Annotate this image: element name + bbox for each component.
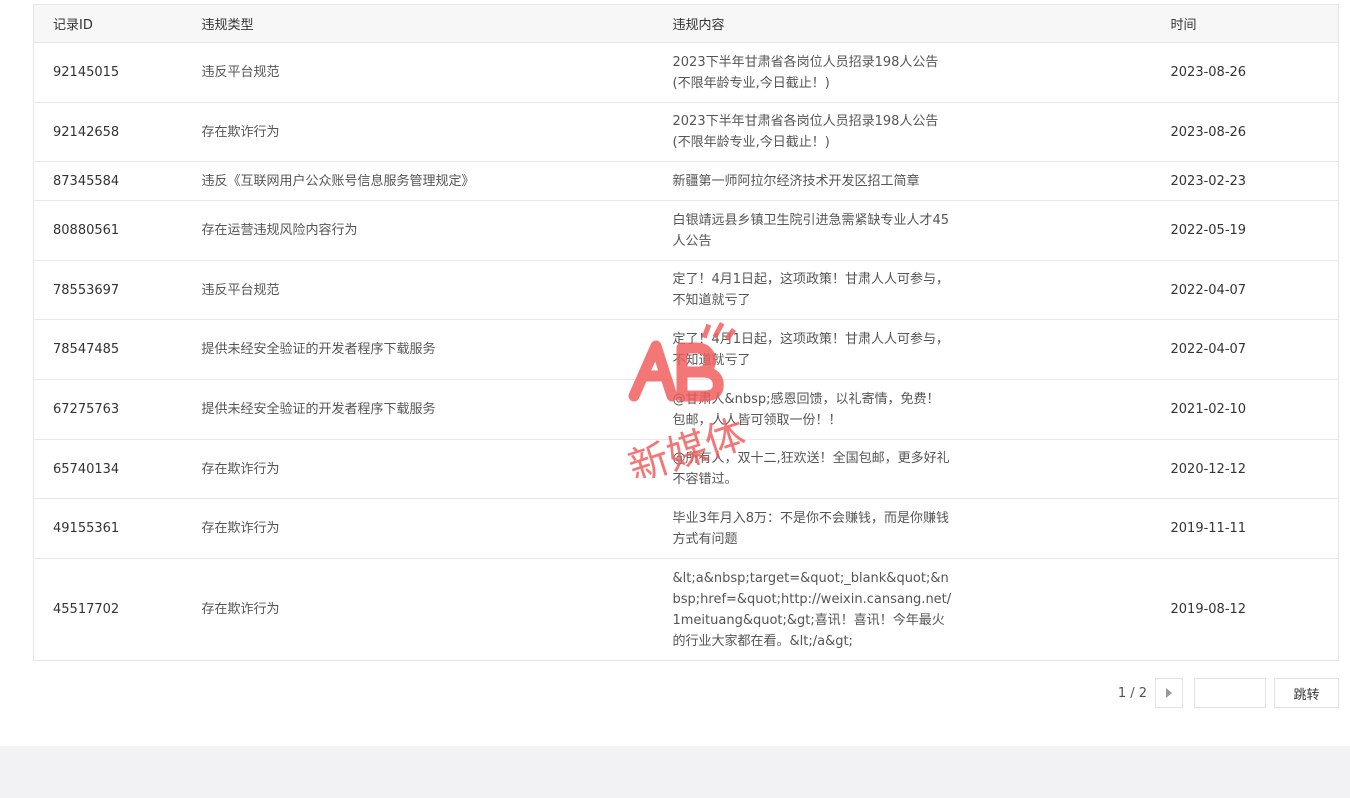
table-row: 92142658 存在欺诈行为 2023下半年甘肃省各岗位人员招录198人公告(不限… bbox=[33, 102, 1339, 162]
violation-content-text: @所有人，双十二,狂欢送！全国包邮，更多好礼不容错过。 bbox=[672, 451, 950, 487]
violation-type-cell: 存在欺诈行为 bbox=[201, 602, 280, 617]
table-row: 92145015 违反平台规范 2023下半年甘肃省各岗位人员招录198人公告(不限… bbox=[33, 42, 1339, 103]
time-cell: 2023-08-26 bbox=[1151, 102, 1339, 162]
table-row: 78547485 提供未经安全验证的开发者程序下载服务 定了！4月1日起，这项政策！… bbox=[33, 319, 1339, 380]
violation-type-cell: 违反平台规范 bbox=[182, 42, 654, 103]
violation-content-cell: 新疆第一师阿拉尔经济技术开发区招工简章 bbox=[653, 161, 1152, 201]
time-cell: 2020-12-12 bbox=[1151, 439, 1339, 499]
record-id-cell: 65740134 bbox=[33, 439, 183, 499]
time-cell: 2021-02-10 bbox=[1151, 379, 1339, 440]
record-id-cell: 78547485 bbox=[33, 319, 183, 380]
page-indicator: 1 / 2 bbox=[1117, 685, 1147, 701]
violation-type-cell: 存在欺诈行为 bbox=[182, 498, 654, 559]
violation-content-cell: @甘肃人&nbsp;感恩回馈，以礼寄情，免费！包邮，人人皆可领取一份！！ bbox=[653, 379, 1152, 440]
violation-type-cell: 提供未经安全验证的开发者程序下载服务 bbox=[182, 379, 654, 440]
table-row: 49155361 存在欺诈行为 毕业3年月入8万：不是你不会赚钱，而是你赚钱方式有问… bbox=[33, 498, 1339, 559]
table-row: 45517702 存在欺诈行为 &lt;a&nbsp;target=&quot;_b… bbox=[34, 559, 1339, 661]
violation-content-cell: 定了！4月1日起，这项政策！甘肃人人可参与，不知道就亏了 bbox=[653, 260, 1152, 320]
header-time: 时间 bbox=[1151, 4, 1339, 43]
violation-content-text: 2023下半年甘肃省各岗位人员招录198人公告(不限年龄专业,今日截止！) bbox=[672, 54, 939, 91]
violation-content-text: 毕业3年月入8万：不是你不会赚钱，而是你赚钱方式有问题 bbox=[672, 510, 950, 547]
header-record-id: 记录ID bbox=[33, 4, 183, 43]
table-row: 80880561 存在运营违规风险内容行为 白银靖远县乡镇卫生院引进急需紧缺专业人才… bbox=[33, 200, 1339, 261]
time-cell: 2022-04-07 bbox=[1151, 319, 1339, 380]
next-page-button[interactable] bbox=[1155, 678, 1183, 708]
violation-type-cell: 存在运营违规风险内容行为 bbox=[182, 200, 654, 261]
header-violation-type: 违规类型 bbox=[182, 4, 654, 43]
violation-content-cell: 2023下半年甘肃省各岗位人员招录198人公告(不限年龄专业,今日截止！) bbox=[653, 42, 1152, 103]
record-id-cell: 92145015 bbox=[33, 42, 183, 103]
table-row: 67275763 提供未经安全验证的开发者程序下载服务 @甘肃人&nbsp;感恩回馈… bbox=[33, 379, 1339, 440]
violation-content-text: @甘肃人&nbsp;感恩回馈，以礼寄情，免费！包邮，人人皆可领取一份！！ bbox=[672, 391, 940, 428]
jump-button[interactable]: 跳转 bbox=[1274, 678, 1339, 708]
violation-content-cell: 定了！4月1日起，这项政策！甘肃人人可参与，不知道就亏了 bbox=[653, 319, 1152, 380]
violation-content-cell: 毕业3年月入8万：不是你不会赚钱，而是你赚钱方式有问题 bbox=[653, 498, 1152, 559]
jump-page-input[interactable] bbox=[1194, 678, 1266, 708]
violation-content-cell: @所有人，双十二,狂欢送！全国包邮，更多好礼不容错过。 bbox=[653, 439, 1152, 499]
violation-type-cell: 提供未经安全验证的开发者程序下载服务 bbox=[182, 319, 654, 380]
record-id-cell: 67275763 bbox=[33, 379, 183, 440]
record-id-cell: 78553697 bbox=[33, 260, 183, 320]
record-id-cell: 45517702 bbox=[53, 602, 120, 617]
chevron-right-icon bbox=[1166, 688, 1172, 698]
violation-type-cell: 违反《互联网用户公众账号信息服务管理规定》 bbox=[182, 161, 654, 201]
violation-content-text: 2023下半年甘肃省各岗位人员招录198人公告(不限年龄专业,今日截止！) bbox=[672, 114, 939, 150]
record-id-cell: 49155361 bbox=[33, 498, 183, 559]
header-violation-content: 违规内容 bbox=[653, 4, 1152, 43]
violation-content-cell: 2023下半年甘肃省各岗位人员招录198人公告(不限年龄专业,今日截止！) bbox=[653, 102, 1152, 162]
table-row: 65740134 存在欺诈行为 @所有人，双十二,狂欢送！全国包邮，更多好礼不容错过… bbox=[33, 439, 1339, 499]
table-row: 87345584 违反《互联网用户公众账号信息服务管理规定》 新疆第一师阿拉尔经济技… bbox=[33, 161, 1339, 201]
table-row: 78553697 违反平台规范 定了！4月1日起，这项政策！甘肃人人可参与，不知道就… bbox=[33, 260, 1339, 320]
time-cell: 2019-08-12 bbox=[1170, 602, 1247, 617]
pagination: 1 / 2 跳转 bbox=[1118, 678, 1339, 708]
violation-content-text: 新疆第一师阿拉尔经济技术开发区招工简章 bbox=[672, 173, 920, 189]
violation-type-cell: 存在欺诈行为 bbox=[182, 102, 654, 162]
violation-type-cell: 存在欺诈行为 bbox=[182, 439, 654, 499]
violation-content-text: &lt;a&nbsp;target=&quot;_blank&quot;&nbs… bbox=[672, 570, 952, 649]
violation-content-cell: &lt;a&nbsp;target=&quot;_blank&quot;&nbs… bbox=[654, 559, 1152, 661]
violation-content-text: 定了！4月1日起，这项政策！甘肃人人可参与，不知道就亏了 bbox=[672, 331, 950, 368]
time-cell: 2022-04-07 bbox=[1151, 260, 1339, 320]
violation-content-text: 定了！4月1日起，这项政策！甘肃人人可参与，不知道就亏了 bbox=[672, 272, 950, 308]
records-panel: 记录ID 违规类型 违规内容 时间 92145015 违反平台规范 2023下半年甘… bbox=[0, 0, 1350, 746]
time-cell: 2023-08-26 bbox=[1151, 42, 1339, 103]
time-cell: 2023-02-23 bbox=[1151, 161, 1339, 201]
record-id-cell: 80880561 bbox=[33, 200, 183, 261]
time-cell: 2022-05-19 bbox=[1151, 200, 1339, 261]
violation-content-cell: 白银靖远县乡镇卫生院引进急需紧缺专业人才45人公告 bbox=[653, 200, 1152, 261]
record-id-cell: 87345584 bbox=[33, 161, 183, 201]
violation-records-table: 记录ID 违规类型 违规内容 时间 92145015 违反平台规范 2023下半年甘… bbox=[33, 4, 1339, 661]
time-cell: 2019-11-11 bbox=[1151, 498, 1339, 559]
table-body: 92145015 违反平台规范 2023下半年甘肃省各岗位人员招录198人公告(不限… bbox=[33, 42, 1339, 661]
violation-type-cell: 违反平台规范 bbox=[182, 260, 654, 320]
record-id-cell: 92142658 bbox=[33, 102, 183, 162]
violation-content-text: 白银靖远县乡镇卫生院引进急需紧缺专业人才45人公告 bbox=[672, 212, 950, 249]
table-header-row: 记录ID 违规类型 违规内容 时间 bbox=[33, 4, 1339, 43]
